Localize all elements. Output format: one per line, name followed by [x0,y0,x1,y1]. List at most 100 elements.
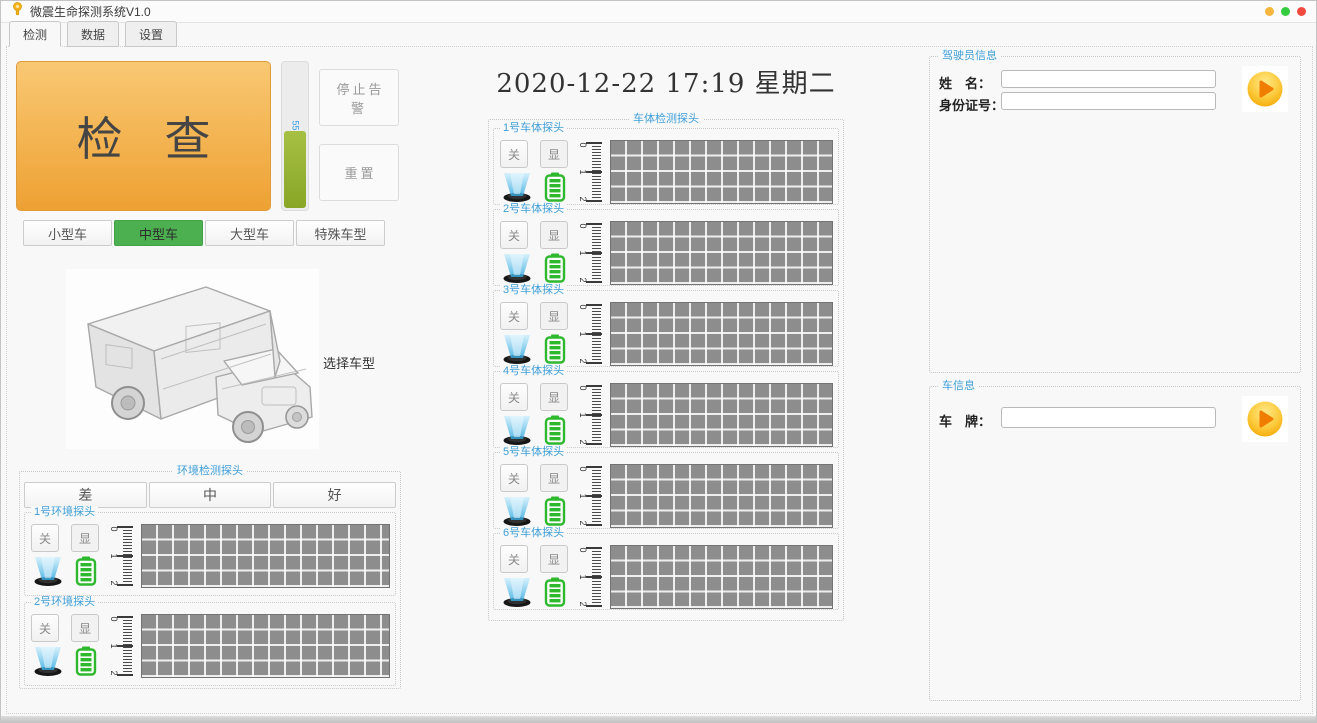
vehicle-type-selector: 小型车中型车大型车特殊车型 [23,220,385,246]
titlebar: 微震生命探测系统V1.0 [1,1,1316,23]
signal-grid [141,524,390,588]
env-quality-medium-button[interactable]: 中 [149,482,272,508]
probe-label: 4号车体探头 [500,365,567,378]
signal-grid [610,302,833,366]
ruler-tick-2: 2 [578,275,588,285]
body-probe-3-panel: 3号车体探头 关 显 [493,290,839,367]
stop-alarm-button[interactable]: 停止告警 [319,69,399,126]
env-quality-poor-button[interactable]: 差 [24,482,147,508]
probe-off-button[interactable]: 关 [500,140,528,168]
reset-button[interactable]: 重置 [319,144,399,201]
titlebar-dot-green[interactable] [1281,7,1290,16]
tab-data[interactable]: 数据 [67,21,119,47]
probe-controls: 关 显 [500,140,572,207]
battery-icon [75,556,97,591]
probe-off-button[interactable]: 关 [500,545,528,573]
probe-label: 1号环境探头 [31,506,98,519]
vehicle-type-small-button[interactable]: 小型车 [23,220,112,246]
probe-off-button[interactable]: 关 [500,464,528,492]
probe-display-button[interactable]: 显 [540,302,568,330]
depth-ruler: 0 1 2 [578,222,604,284]
ruler-major-tick [586,495,602,497]
depth-ruler: 0 1 2 [578,141,604,203]
driver-play-button[interactable] [1242,66,1288,112]
env-probes-list: 1号环境探头 关 显 [22,512,398,692]
driver-id-input[interactable] [1001,92,1216,110]
probe-body: 关 显 [500,140,833,200]
driver-info-group: 驾驶员信息 姓 名： 身份证号： [929,56,1301,373]
progress-fill [284,131,306,208]
probe-controls: 关 显 [31,614,103,681]
vehicle-xray-image [66,269,319,449]
detector-cone-icon [500,577,534,612]
body-probes-group: 车体检测探头 1号车体探头 关 显 [488,119,844,621]
env-quality-buttons: 差中好 [24,482,396,508]
vehicle-play-button[interactable] [1242,396,1288,442]
probe-label: 5号车体探头 [500,446,567,459]
ruler-major-tick [117,555,133,557]
progress-value-label: 55 [291,121,300,131]
body-probe-1-panel: 1号车体探头 关 显 [493,128,839,205]
check-button-label: 检查 [77,103,253,169]
plate-input[interactable] [1001,407,1216,428]
driver-name-input[interactable] [1001,70,1216,88]
titlebar-dot-red[interactable] [1297,7,1306,16]
probe-off-button[interactable]: 关 [31,524,59,552]
vehicle-type-medium-button[interactable]: 中型车 [114,220,203,246]
depth-ruler: 0 1 2 [578,384,604,446]
probe-controls: 关 显 [500,545,572,612]
env-quality-good-button[interactable]: 好 [273,482,396,508]
signal-grid [141,614,390,678]
probe-body: 关 显 [500,302,833,362]
probe-off-button[interactable]: 关 [500,383,528,411]
ruler-major-tick [117,674,133,676]
select-vehicle-hint: 选择车型 [323,353,375,372]
probe-display-button[interactable]: 显 [540,464,568,492]
ruler-major-tick [586,333,602,335]
titlebar-dot-yellow[interactable] [1265,7,1274,16]
detector-cone-icon [500,172,534,207]
probe-display-button[interactable]: 显 [71,614,99,642]
probe-display-button[interactable]: 显 [540,140,568,168]
probe-display-button[interactable]: 显 [540,545,568,573]
depth-ruler: 0 1 2 [578,303,604,365]
probe-controls: 关 显 [500,464,572,531]
probe-off-button[interactable]: 关 [500,221,528,249]
ruler-tick-2: 2 [578,518,588,528]
window-title: 微震生命探测系统V1.0 [30,3,151,20]
tab-settings[interactable]: 设置 [125,21,177,47]
env-probe-2-panel: 2号环境探头 关 显 [24,602,396,686]
battery-icon [544,415,566,450]
probe-controls: 关 显 [31,524,103,591]
ruler-major-tick [586,252,602,254]
ruler-major-tick [586,443,602,445]
signal-grid [610,545,833,609]
probe-controls: 关 显 [500,221,572,288]
depth-ruler: 0 1 2 [109,525,135,587]
level-progressbar: 55 [281,61,309,211]
detector-cone-icon [500,415,534,450]
ruler-major-tick [586,142,602,144]
detector-cone-icon [31,556,65,591]
ruler-major-tick [586,362,602,364]
probe-body: 关 显 [500,221,833,281]
vehicle-type-large-button[interactable]: 大型车 [205,220,294,246]
ruler-major-tick [117,645,133,647]
probe-display-button[interactable]: 显 [71,524,99,552]
ruler-tick-2: 2 [578,599,588,609]
vehicle-type-special-button[interactable]: 特殊车型 [296,220,385,246]
window-controls [1265,7,1306,16]
probe-body: 关 显 [500,545,833,605]
tab-detection[interactable]: 检测 [9,21,61,47]
ruler-major-tick [586,385,602,387]
battery-icon [544,172,566,207]
check-button[interactable]: 检查 [16,61,271,211]
probe-off-button[interactable]: 关 [31,614,59,642]
detector-cone-icon [500,253,534,288]
detector-cone-icon [31,646,65,681]
probe-display-button[interactable]: 显 [540,221,568,249]
probe-label: 1号车体探头 [500,122,567,135]
probe-off-button[interactable]: 关 [500,302,528,330]
probe-display-button[interactable]: 显 [540,383,568,411]
datetime-display: 2020-12-22 17:19 星期二 [488,63,844,100]
